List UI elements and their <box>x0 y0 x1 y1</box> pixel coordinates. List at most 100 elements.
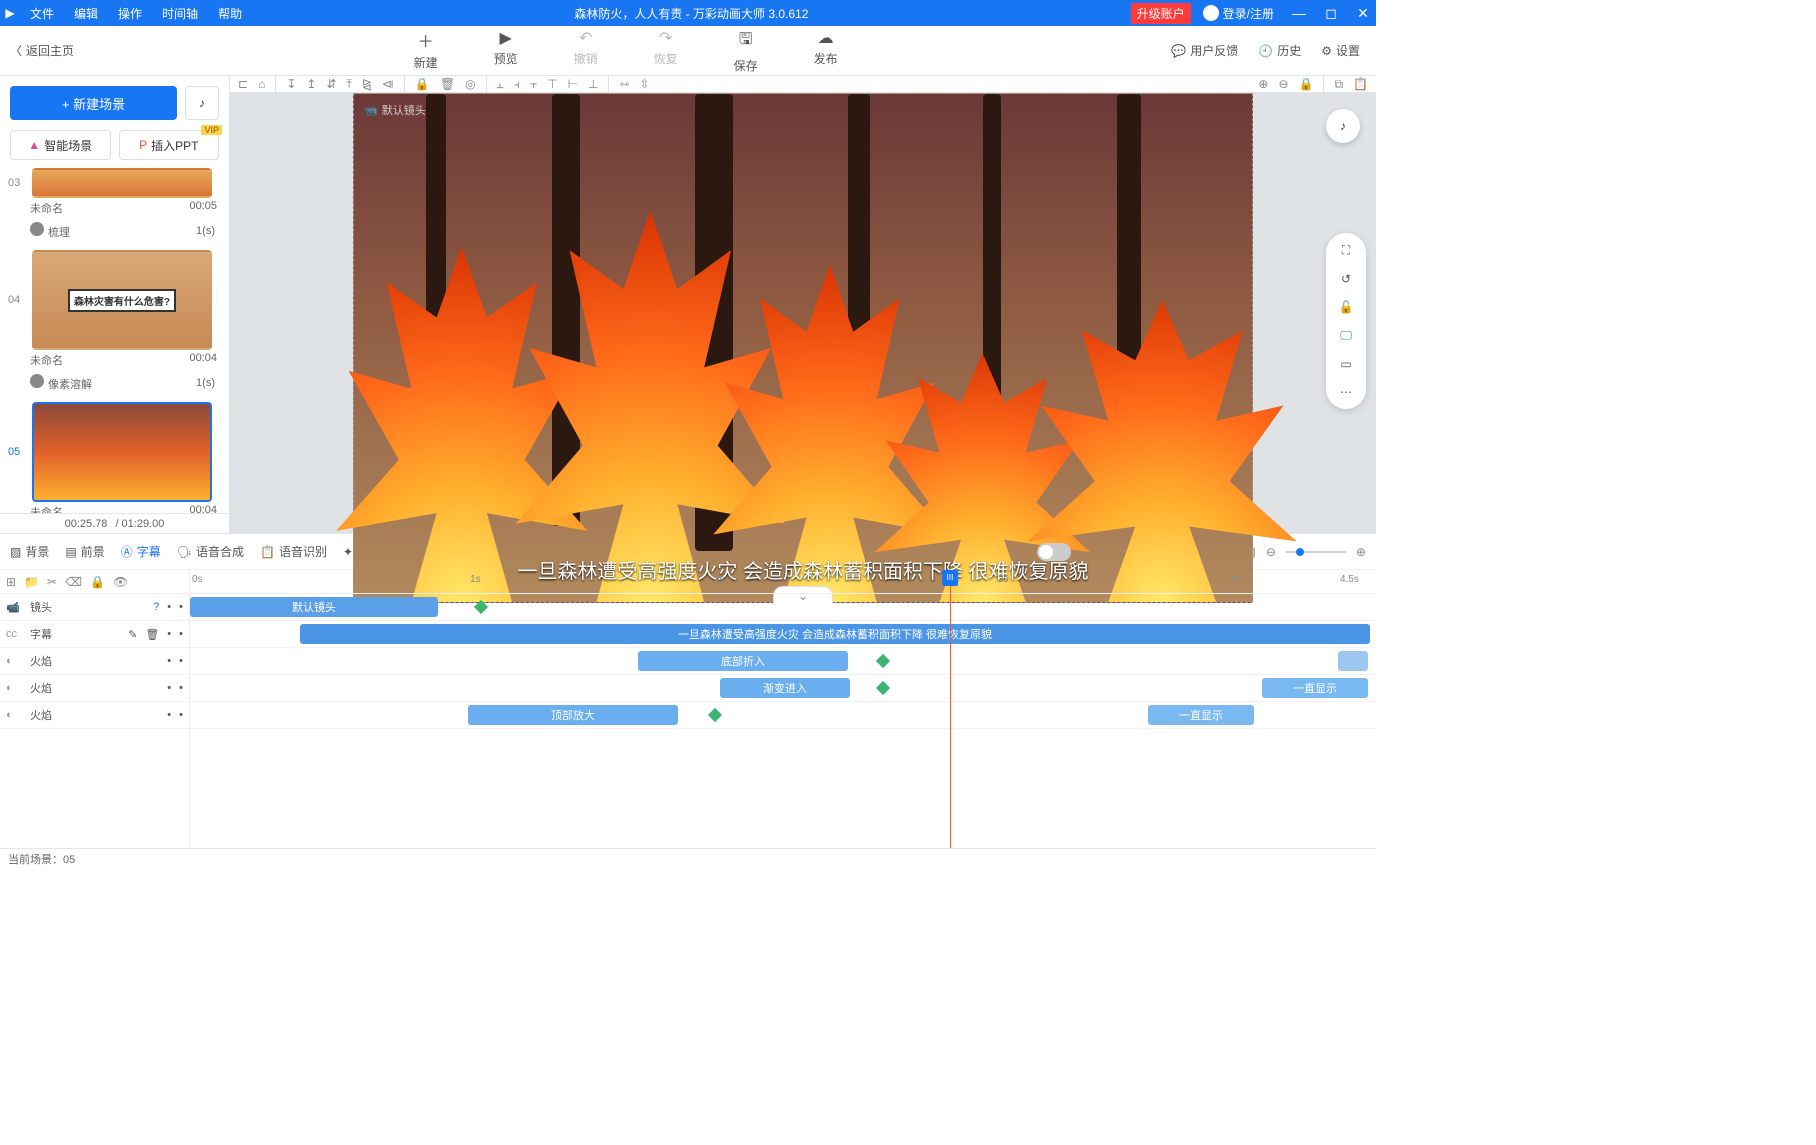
clip-subtitle[interactable]: 一旦森林遭受高强度火灾 会造成森林蓄积面积下降 很难恢复原貌 <box>300 624 1370 644</box>
track-row-subtitle[interactable]: cc字幕✎🗑•• <box>0 621 189 648</box>
new-scene-button[interactable]: + 新建场景 <box>10 86 177 120</box>
back-button[interactable]: 〈 返回主页 <box>0 42 80 59</box>
copy-icon[interactable]: ⧉ <box>1334 77 1343 92</box>
kf-dot[interactable]: • <box>167 601 171 613</box>
dist-v-icon[interactable]: ⇳ <box>640 77 650 91</box>
insert-ppt-button[interactable]: P插入PPTVIP <box>119 130 220 160</box>
align-m-icon[interactable]: ⊢ <box>568 77 578 91</box>
clip-label-block[interactable] <box>1338 651 1368 671</box>
menu-file[interactable]: 文件 <box>20 5 64 22</box>
dist-h-icon[interactable]: ⇿ <box>619 77 629 91</box>
kf-dot[interactable]: • <box>167 628 171 640</box>
keyframe-icon[interactable] <box>876 654 890 668</box>
paste-icon[interactable]: 📋 <box>1353 77 1368 91</box>
redo-button[interactable]: ↷恢复 <box>646 28 686 74</box>
kf-dot[interactable]: • <box>167 709 171 721</box>
delete-icon[interactable]: 🗑 <box>440 77 455 91</box>
tab-background[interactable]: ▨背景 <box>10 543 49 560</box>
clip-camera[interactable]: 默认镜头 <box>190 597 438 617</box>
playhead[interactable] <box>950 570 951 848</box>
zoom-in-icon[interactable]: ⊕ <box>1258 77 1268 91</box>
kf-dot[interactable]: • <box>167 682 171 694</box>
kf-dot[interactable]: • <box>179 628 183 640</box>
history-button[interactable]: 🕘历史 <box>1258 42 1301 59</box>
align-left-icon[interactable]: ⫠ <box>497 77 504 92</box>
flip-h-icon[interactable]: ⧎ <box>362 77 372 91</box>
maximize-icon[interactable]: ◻ <box>1318 5 1344 22</box>
track-lanes[interactable]: 0s 1s 2s 3s 4s 4.5s 默认镜头 一旦森林遭受高强度火灾 会造成… <box>190 570 1376 848</box>
help-icon[interactable]: ? <box>153 601 159 613</box>
add-track-icon[interactable]: ⊞ <box>6 575 16 589</box>
target-icon[interactable]: ◎ <box>465 77 475 91</box>
scene-item[interactable]: 03 未命名00:05 梳理1(s) <box>8 168 221 244</box>
settings-button[interactable]: ⚙设置 <box>1321 42 1360 59</box>
scene-item[interactable]: 04森林灾害有什么危害? 未命名00:04 像素溶解1(s) <box>8 250 221 396</box>
feedback-button[interactable]: 💬用户反馈 <box>1171 42 1238 59</box>
new-button[interactable]: ＋新建 <box>406 28 446 74</box>
safe-zone-icon[interactable]: ▭ <box>1340 357 1351 371</box>
minimize-icon[interactable]: — <box>1286 5 1312 21</box>
align-t-icon[interactable]: ⊤ <box>547 77 557 91</box>
del-icon[interactable]: ⌫ <box>65 575 82 589</box>
del-icon[interactable]: 🗑 <box>145 628 159 641</box>
tab-subtitle[interactable]: Ⓐ字幕 <box>121 543 161 560</box>
play-transition-icon[interactable] <box>30 374 44 388</box>
ruler-icon[interactable]: ⊏ <box>238 77 248 91</box>
scene-list[interactable]: 03 未命名00:05 梳理1(s) 04森林灾害有什么危害? 未命名00:04… <box>0 168 229 513</box>
align-top-icon[interactable]: ↥ <box>306 77 316 91</box>
scene-thumbnail[interactable] <box>32 168 212 198</box>
publish-button[interactable]: ☁发布 <box>806 28 846 74</box>
display-icon[interactable]: 🖵 <box>1340 328 1352 343</box>
align-bottom-icon[interactable]: ↧ <box>286 77 296 91</box>
align-right-icon[interactable]: ⫟ <box>530 77 537 92</box>
more-icon[interactable]: ⋯ <box>1340 385 1352 399</box>
zoom-out-icon[interactable]: ⊖ <box>1278 77 1288 91</box>
scene-thumbnail[interactable]: 森林灾害有什么危害? <box>32 250 212 350</box>
rotate-icon[interactable]: ↺ <box>1341 272 1351 286</box>
cut-icon[interactable]: ✂ <box>47 575 57 589</box>
align-center-icon[interactable]: ⫞ <box>514 77 520 92</box>
play-transition-icon[interactable] <box>30 222 44 236</box>
keyframe-icon[interactable] <box>876 681 890 695</box>
clip-effect[interactable]: 顶部放大 <box>468 705 678 725</box>
track-row-camera[interactable]: 📹镜头?•• <box>0 594 189 621</box>
clip-effect[interactable]: 渐变进入 <box>720 678 850 698</box>
menu-timeline[interactable]: 时间轴 <box>152 5 208 22</box>
lock3-icon[interactable]: 🔒 <box>90 575 105 589</box>
canvas-viewport[interactable]: 📹默认镜头 一旦森林遭受高强度火灾 会造成森林蓄积面积下降 很难恢复 <box>230 93 1376 603</box>
edit-icon[interactable]: ✎ <box>128 628 137 641</box>
keyframe-icon[interactable] <box>474 600 488 614</box>
kf-dot[interactable]: • <box>179 682 183 694</box>
upgrade-button[interactable]: 升级账户 <box>1131 3 1191 24</box>
clip-effect[interactable]: 底部折入 <box>638 651 848 671</box>
stage[interactable]: 📹默认镜头 一旦森林遭受高强度火灾 会造成森林蓄积面积下降 很难恢复 <box>353 93 1253 603</box>
scene-item[interactable]: 05 未命名00:04 行铺1(s) <box>8 402 221 513</box>
snap-toggle[interactable] <box>1037 543 1071 561</box>
track-row-flame[interactable]: ◐火焰•• <box>0 675 189 702</box>
track-lane[interactable]: 顶部放大 一直显示 <box>190 702 1376 729</box>
kf-dot[interactable]: • <box>179 709 183 721</box>
eye-icon[interactable]: 👁 <box>113 575 128 589</box>
home-icon[interactable]: ⌂ <box>258 77 265 91</box>
unlock-icon[interactable]: 🔓 <box>1339 300 1354 314</box>
track-row-flame[interactable]: ◐火焰•• <box>0 648 189 675</box>
login-button[interactable]: 登录/注册 <box>1197 5 1280 22</box>
kf-dot[interactable]: • <box>179 601 183 613</box>
save-button[interactable]: 🖫保存 <box>726 28 766 74</box>
ai-scene-button[interactable]: ▲智能场景 <box>10 130 111 160</box>
folder-icon[interactable]: 📁 <box>24 575 39 589</box>
keyframe-icon[interactable] <box>708 708 722 722</box>
track-lane[interactable]: 底部折入 <box>190 648 1376 675</box>
flip-v-icon[interactable]: ⧏ <box>382 77 394 91</box>
menu-help[interactable]: 帮助 <box>208 5 252 22</box>
track-lane[interactable]: 一旦森林遭受高强度火灾 会造成森林蓄积面积下降 很难恢复原貌 <box>190 621 1376 648</box>
align-b-icon[interactable]: ⊥ <box>588 77 598 91</box>
align-vcenter-icon[interactable]: ⇵ <box>326 77 336 91</box>
track-lane[interactable]: 默认镜头 <box>190 594 1376 621</box>
lock2-icon[interactable]: 🔒 <box>1299 77 1314 91</box>
time-ruler[interactable]: 0s 1s 2s 3s 4s 4.5s <box>190 570 1376 594</box>
close-icon[interactable]: ✕ <box>1350 5 1376 22</box>
align-top2-icon[interactable]: ⤒ <box>347 77 352 92</box>
music-button[interactable]: ♪ <box>185 86 219 120</box>
kf-dot[interactable]: • <box>167 655 171 667</box>
